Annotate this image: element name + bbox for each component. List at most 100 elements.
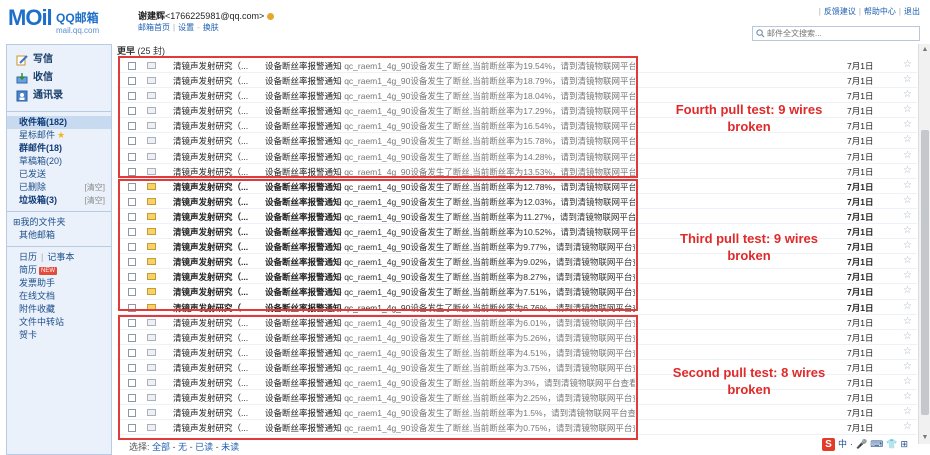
search-input[interactable] — [767, 28, 917, 39]
sidebar-item-cards[interactable]: 贺卡 — [7, 329, 111, 342]
select-all-link[interactable]: 全部 — [152, 442, 170, 452]
account-email: <1766225981@qq.com> — [165, 11, 265, 21]
sidebar-item-file-transfer[interactable]: 文件中转站 — [7, 316, 111, 329]
calendar-link[interactable]: 日历 — [19, 252, 37, 262]
star-icon[interactable]: ☆ — [903, 104, 912, 115]
star-icon[interactable]: ☆ — [903, 210, 912, 221]
annotation-fourth-pull: Fourth pull test: 9 wires broken — [639, 101, 859, 135]
mail-date: 7月1日 — [847, 272, 874, 283]
sidebar-item-deleted[interactable]: 已删除 [清空] — [7, 181, 111, 194]
sidebar-item-starred[interactable]: 星标邮件 ★ — [7, 129, 111, 142]
sidebar-item-group-mail[interactable]: 群邮件(18) — [7, 142, 111, 155]
change-skin-link[interactable]: 换肤 — [203, 23, 219, 32]
feedback-link[interactable]: 反馈建议 — [824, 7, 856, 16]
compose-icon — [16, 55, 28, 66]
folder-label: 草稿箱(20) — [19, 156, 63, 166]
scroll-up-icon[interactable]: ▲ — [921, 46, 929, 54]
star-icon[interactable]: ☆ — [903, 59, 912, 70]
folder-label: 群邮件(18) — [19, 143, 63, 153]
star-icon[interactable]: ☆ — [903, 134, 912, 145]
annotation-box-second — [118, 315, 638, 440]
ime-toolbox-icon[interactable]: ⊞ — [900, 439, 908, 449]
empty-spam-link[interactable]: [清空] — [85, 194, 105, 207]
sidebar-item-online-docs[interactable]: 在线文档 — [7, 290, 111, 303]
search-box[interactable] — [752, 26, 920, 41]
star-icon[interactable]: ☆ — [903, 180, 912, 191]
star-icon[interactable]: ☆ — [903, 195, 912, 206]
star-icon[interactable]: ☆ — [903, 301, 912, 312]
annotation-line: broken — [727, 119, 771, 134]
star-icon[interactable]: ☆ — [903, 225, 912, 236]
mail-date: 7月1日 — [847, 76, 874, 87]
sidebar-item-resume[interactable]: 简历 NEW — [7, 264, 111, 277]
ime-lang-toggle[interactable]: 中 — [838, 439, 847, 449]
mail-date: 7月1日 — [847, 136, 874, 147]
star-icon[interactable]: ☆ — [903, 391, 912, 402]
folder-label: 已删除 — [19, 182, 47, 192]
ime-punct-icon[interactable]: · — [850, 439, 853, 449]
sidebar-item-my-folders[interactable]: ⊞我的文件夹 — [7, 216, 111, 229]
folder-label: 发票助手 — [19, 278, 56, 288]
star-icon[interactable]: ☆ — [903, 89, 912, 100]
star-icon[interactable]: ☆ — [903, 361, 912, 372]
vip-badge-icon[interactable] — [267, 13, 275, 20]
contacts-label: 通讯录 — [33, 90, 63, 101]
sidebar-item-sent[interactable]: 已发送 — [7, 168, 111, 181]
contacts-button[interactable]: 通讯录 — [7, 87, 111, 105]
star-icon[interactable]: ☆ — [903, 74, 912, 85]
star-icon[interactable]: ☆ — [903, 270, 912, 281]
logout-link[interactable]: 退出 — [904, 7, 920, 16]
sidebar-item-invoice[interactable]: 发票助手 — [7, 277, 111, 290]
settings-link[interactable]: 设置 — [178, 23, 194, 32]
ime-keyboard-icon[interactable]: ⌨ — [870, 439, 883, 449]
folder-label: 星标邮件 — [19, 130, 56, 140]
mail-date: 7月1日 — [847, 166, 874, 177]
qq-mail-logo[interactable]: MOil QQ邮箱 mail.qq.com — [8, 3, 108, 41]
compose-button[interactable]: 写信 — [7, 51, 111, 69]
sidebar-item-calendar[interactable]: 日历 | 记事本 — [7, 251, 111, 264]
annotation-second-pull: Second pull test: 8 wires broken — [639, 364, 859, 398]
star-icon[interactable]: ☆ — [903, 255, 912, 266]
sidebar-item-other-mailbox[interactable]: 其他邮箱 — [7, 229, 111, 242]
select-read-link[interactable]: 已读 — [195, 442, 213, 452]
empty-deleted-link[interactable]: [清空] — [85, 181, 105, 194]
ime-skin-icon[interactable]: 👕 — [886, 439, 897, 449]
sidebar-item-drafts[interactable]: 草稿箱(20) — [7, 155, 111, 168]
sidebar-item-attachments[interactable]: 附件收藏 — [7, 303, 111, 316]
star-icon[interactable]: ☆ — [903, 331, 912, 342]
star-icon[interactable]: ☆ — [903, 406, 912, 417]
search-icon[interactable] — [756, 29, 765, 38]
select-none-link[interactable]: 无 — [178, 442, 187, 452]
notepad-link[interactable]: 记事本 — [47, 252, 74, 262]
sidebar-divider — [7, 246, 111, 247]
footer-sep: - — [187, 442, 196, 452]
sogou-ime-icon[interactable]: S — [822, 438, 835, 451]
receive-label: 收信 — [33, 72, 53, 83]
folder-label: 简历 — [19, 265, 38, 275]
star-icon[interactable]: ☆ — [903, 376, 912, 387]
star-icon[interactable]: ☆ — [903, 240, 912, 251]
star-icon[interactable]: ☆ — [903, 346, 912, 357]
mail-date: 7月1日 — [847, 151, 874, 162]
vertical-scrollbar[interactable]: ▲ ▼ — [918, 44, 930, 444]
receive-button[interactable]: 收信 — [7, 69, 111, 87]
mail-date: 7月1日 — [847, 211, 874, 222]
sidebar-item-inbox[interactable]: 收件箱(182) — [7, 116, 111, 129]
ime-voice-icon[interactable]: 🎤 — [856, 439, 867, 449]
star-icon[interactable]: ☆ — [903, 165, 912, 176]
scrollbar-thumb[interactable] — [921, 130, 929, 415]
star-icon[interactable]: ☆ — [903, 285, 912, 296]
folder-label: 已发送 — [19, 169, 47, 179]
selection-footer: 选择: 全部 - 无 - 已读 - 未读 — [129, 440, 239, 453]
help-link[interactable]: 帮助中心 — [864, 7, 896, 16]
sidebar-item-spam[interactable]: 垃圾箱(3) [清空] — [7, 194, 111, 207]
mailbox-home-link[interactable]: 邮箱首页 — [138, 23, 170, 32]
mail-date: 7月1日 — [847, 347, 874, 358]
select-unread-link[interactable]: 未读 — [221, 442, 239, 452]
star-icon[interactable]: ☆ — [903, 316, 912, 327]
star-icon[interactable]: ☆ — [903, 150, 912, 161]
star-icon[interactable]: ☆ — [903, 119, 912, 130]
star-icon[interactable]: ☆ — [903, 421, 912, 432]
inbox-icon — [16, 73, 28, 84]
scroll-down-icon[interactable]: ▼ — [921, 434, 929, 442]
